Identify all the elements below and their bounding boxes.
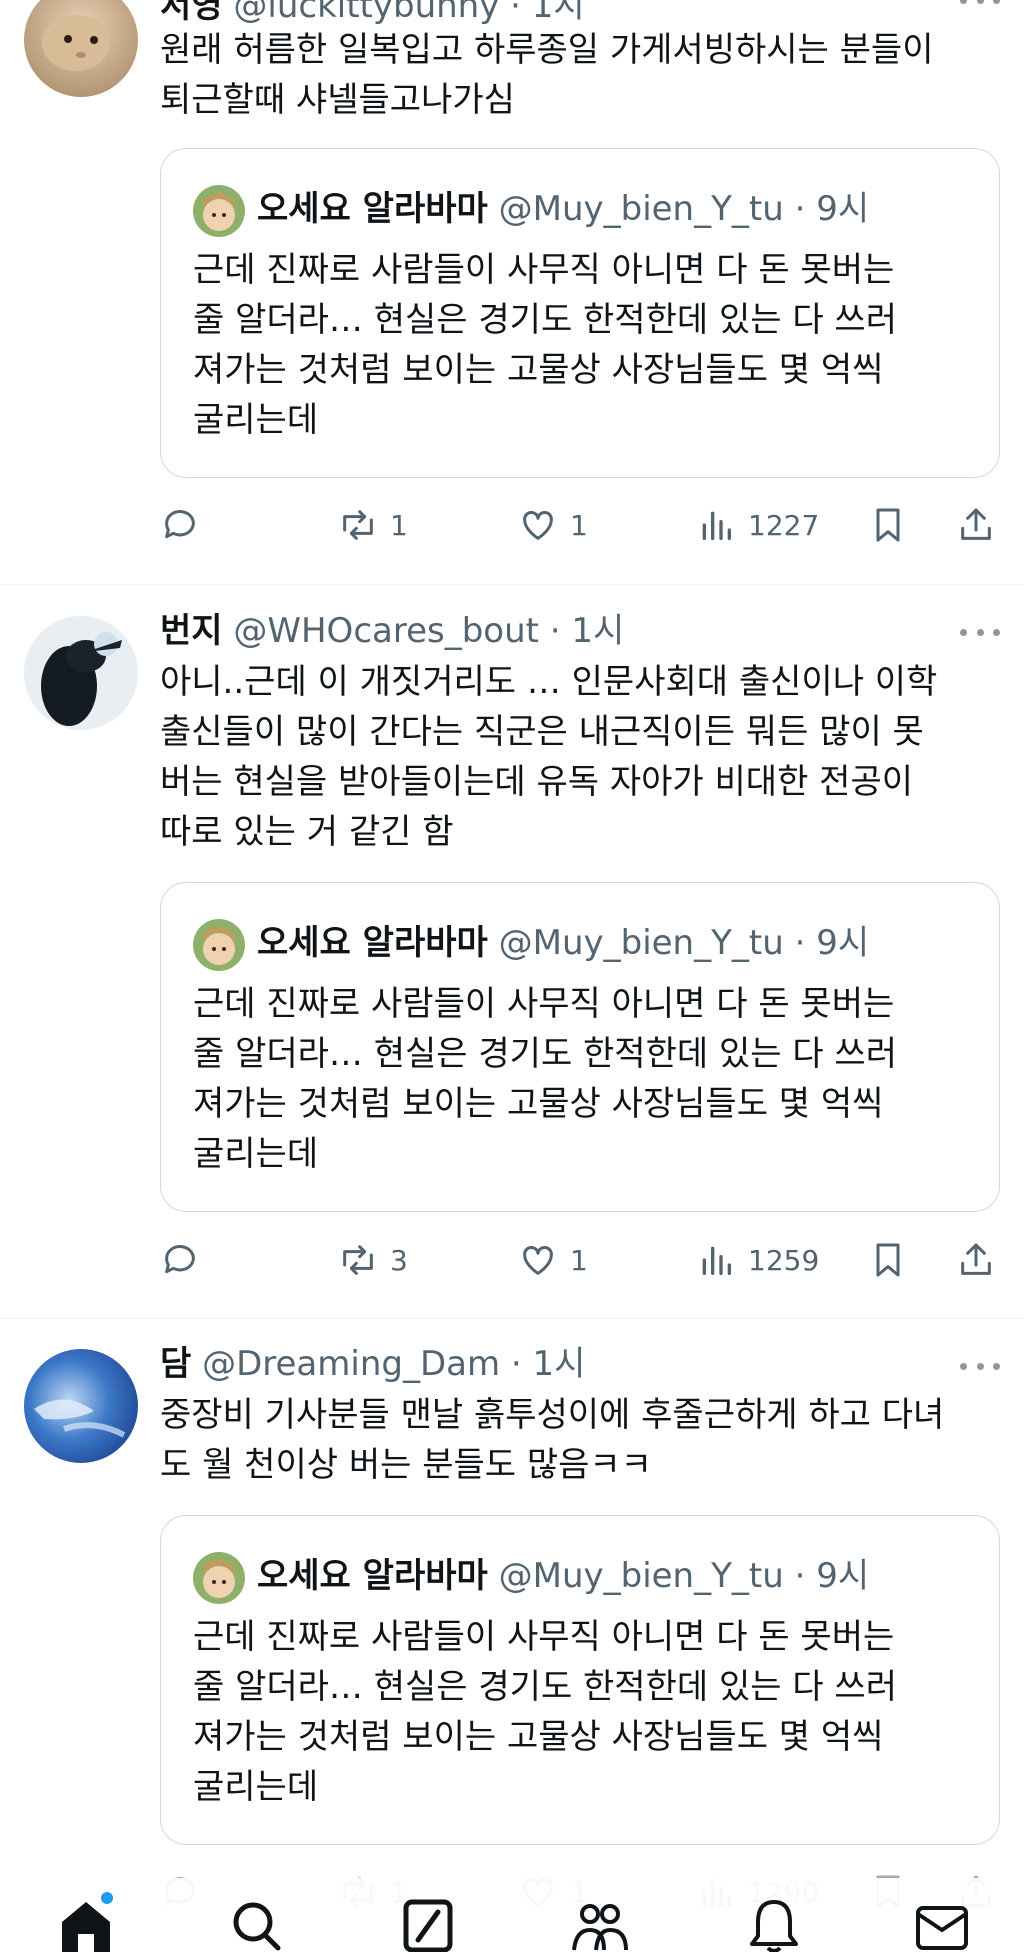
bookmark-icon <box>876 1243 900 1277</box>
views-icon <box>702 1246 731 1275</box>
like-button[interactable]: 1 <box>518 500 588 550</box>
quoted-header: 오세요 알라바마 @Muy_bien_Y_tu · 9시 <box>257 921 869 965</box>
views-button[interactable]: 1259 <box>696 1235 819 1285</box>
quoted-avatar <box>193 185 245 237</box>
tab-search[interactable] <box>226 1892 286 1952</box>
communities-icon <box>572 1904 628 1951</box>
action-bar: 3 1 1259 <box>160 1235 1000 1285</box>
like-count: 1 <box>570 508 588 542</box>
view-count: 1259 <box>748 1243 820 1277</box>
tab-grok[interactable] <box>398 1892 458 1953</box>
tweet-text: 아니..근데 이 개짓거리도 … 인문사회대 출신이나 이학 출신들이 많이 간… <box>160 662 938 852</box>
tweet-text: 중장비 기사분들 맨날 흙투성이에 후줄근하게 하고 다녀 도 월 천이상 버는… <box>160 1395 945 1485</box>
retweet-button[interactable]: 1 <box>338 500 408 550</box>
quoted-display-name: 오세요 알라바마 <box>257 1556 488 1596</box>
retweet-count: 1 <box>390 508 408 542</box>
like-button[interactable]: 1 <box>518 1235 588 1285</box>
bookmark-button[interactable] <box>868 500 908 550</box>
quoted-handle: @Muy_bien_Y_tu <box>498 1556 784 1596</box>
quoted-tweet[interactable]: 오세요 알라바마 @Muy_bien_Y_tu · 9시 근데 진짜로 사람들이… <box>160 1515 1000 1845</box>
timestamp[interactable]: · 1시 <box>550 611 625 651</box>
quoted-timestamp: · 9시 <box>794 1556 870 1596</box>
home-notification-dot <box>101 1892 113 1904</box>
avatar[interactable] <box>24 0 138 97</box>
retweet-button[interactable]: 3 <box>338 1235 408 1285</box>
heart-icon <box>523 511 553 540</box>
quoted-tweet[interactable]: 오세요 알라바마 @Muy_bien_Y_tu · 9시 근데 진짜로 사람들이… <box>160 882 1000 1212</box>
timestamp[interactable]: · 1시 <box>510 0 585 26</box>
tweet-text: 원래 허름한 일복입고 하루종일 가게서빙하시는 분들이 퇴근할때 샤넬들고나가… <box>160 30 934 120</box>
heart-icon <box>523 1246 553 1275</box>
quoted-text: 근데 진짜로 사람들이 사무직 아니면 다 돈 못버는 줄 알더라… 현실은 경… <box>193 250 897 440</box>
quoted-avatar <box>193 1552 245 1604</box>
quoted-display-name: 오세요 알라바마 <box>257 923 488 963</box>
tweet[interactable]: 번지 @WHOcares_bout · 1시 아니..근데 이 개짓거리도 … … <box>0 585 1024 1318</box>
tweet-header: 번지 @WHOcares_bout · 1시 <box>160 609 624 653</box>
tweet-header: 서영 @luckittybunny · 1시 <box>160 0 585 28</box>
reply-icon <box>165 1245 195 1274</box>
views-icon <box>702 511 731 540</box>
search-icon <box>233 1902 281 1951</box>
quoted-header: 오세요 알라바마 @Muy_bien_Y_tu · 9시 <box>257 1554 869 1598</box>
quoted-text: 근데 진짜로 사람들이 사무직 아니면 다 돈 못버는 줄 알더라… 현실은 경… <box>193 984 897 1174</box>
quoted-tweet[interactable]: 오세요 알라바마 @Muy_bien_Y_tu · 9시 근데 진짜로 사람들이… <box>160 148 1000 478</box>
user-handle[interactable]: @Dreaming_Dam <box>202 1344 500 1384</box>
action-bar: 1 1 1227 <box>160 500 1000 550</box>
more-icon[interactable] <box>960 1356 1000 1376</box>
display-name[interactable]: 서영 <box>160 0 223 26</box>
retweet-count: 3 <box>390 1243 408 1277</box>
retweet-icon <box>343 510 373 540</box>
display-name[interactable]: 담 <box>160 1344 191 1384</box>
tweet-header: 담 @Dreaming_Dam · 1시 <box>160 1342 585 1386</box>
more-icon[interactable] <box>960 0 1000 10</box>
bottom-tab-bar <box>0 1878 1024 1953</box>
more-icon[interactable] <box>960 622 1000 642</box>
bookmark-button[interactable] <box>868 1235 908 1285</box>
quoted-display-name: 오세요 알라바마 <box>257 189 488 229</box>
user-handle[interactable]: @WHOcares_bout <box>233 611 539 651</box>
tab-communities[interactable] <box>570 1892 630 1952</box>
views-button[interactable]: 1227 <box>696 500 819 550</box>
share-button[interactable] <box>956 1235 996 1285</box>
share-icon <box>961 1243 991 1275</box>
messages-icon <box>916 1906 968 1950</box>
share-icon <box>961 508 991 540</box>
view-count: 1227 <box>748 508 820 542</box>
tweet[interactable]: 담 @Dreaming_Dam · 1시 중장비 기사분들 맨날 흙투성이에 후… <box>0 1319 1024 1952</box>
avatar[interactable] <box>24 616 138 730</box>
display-name[interactable]: 번지 <box>160 611 223 651</box>
quoted-handle: @Muy_bien_Y_tu <box>498 189 784 229</box>
quoted-text: 근데 진짜로 사람들이 사무직 아니면 다 돈 못버는 줄 알더라… 현실은 경… <box>193 1617 897 1807</box>
notifications-icon <box>750 1900 798 1953</box>
quoted-avatar <box>193 919 245 971</box>
quoted-header: 오세요 알라바마 @Muy_bien_Y_tu · 9시 <box>257 187 869 231</box>
user-handle[interactable]: @luckittybunny <box>233 0 499 26</box>
quoted-handle: @Muy_bien_Y_tu <box>498 923 784 963</box>
retweet-icon <box>343 1245 373 1275</box>
reply-icon <box>165 510 195 539</box>
avatar[interactable] <box>24 1349 138 1463</box>
tab-notifications[interactable] <box>744 1892 804 1953</box>
timestamp[interactable]: · 1시 <box>511 1344 586 1384</box>
reply-button[interactable] <box>160 500 212 550</box>
share-button[interactable] <box>956 500 996 550</box>
like-count: 1 <box>570 1243 588 1277</box>
quoted-timestamp: · 9시 <box>794 923 870 963</box>
quoted-timestamp: · 9시 <box>794 189 870 229</box>
tab-messages[interactable] <box>912 1892 972 1952</box>
bookmark-icon <box>876 508 900 542</box>
grok-icon <box>403 1899 453 1953</box>
tweet[interactable]: 서영 @luckittybunny · 1시 원래 허름한 일복입고 하루종일 … <box>0 0 1024 584</box>
reply-button[interactable] <box>160 1235 212 1285</box>
